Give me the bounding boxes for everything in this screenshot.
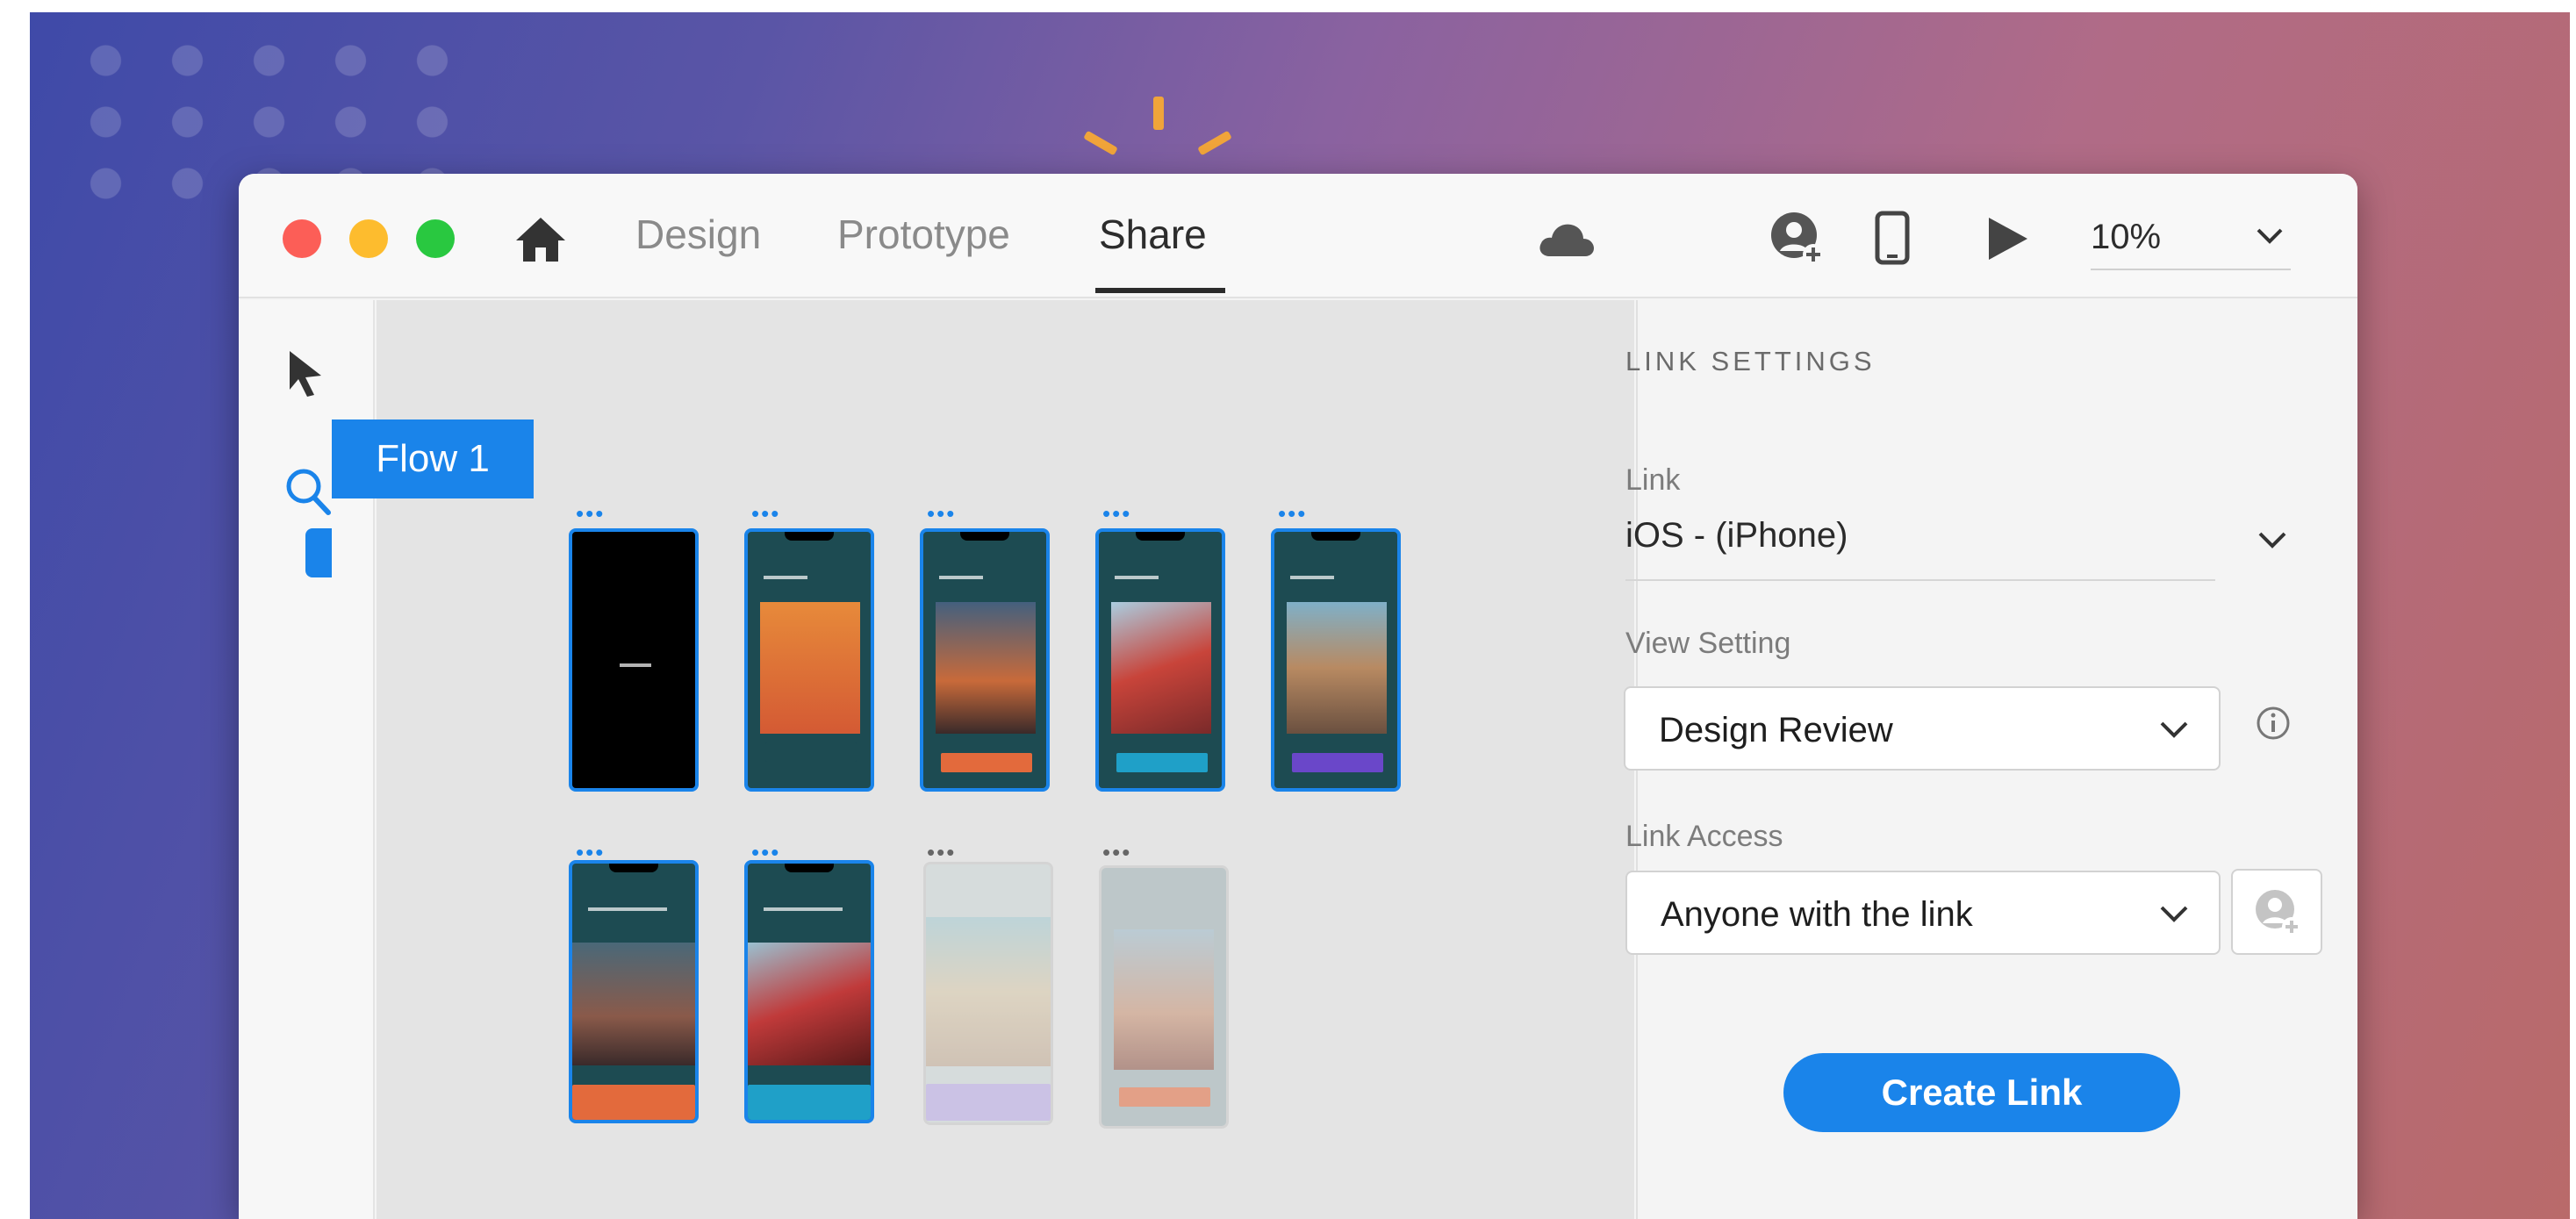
chevron-down-icon[interactable] — [2257, 530, 2287, 551]
panel-heading: LINK SETTINGS — [1625, 346, 1876, 376]
home-icon[interactable] — [513, 214, 569, 263]
select-arrow-icon[interactable] — [286, 349, 323, 398]
title-bar: Design Prototype Share 10% — [239, 174, 2357, 298]
artboard[interactable] — [920, 528, 1050, 792]
artboard[interactable] — [569, 860, 699, 1123]
artboard[interactable] — [744, 860, 874, 1123]
artboard-menu-dots[interactable]: ••• — [927, 502, 956, 525]
artboard[interactable] — [1099, 865, 1229, 1129]
artboard-menu-dots[interactable]: ••• — [751, 502, 780, 525]
play-icon[interactable] — [1985, 216, 2029, 262]
zoom-level[interactable]: 10% — [2091, 218, 2161, 257]
link-access-label: Link Access — [1625, 820, 1783, 853]
artboard-menu-dots[interactable]: ••• — [576, 502, 605, 525]
artboard-menu-dots[interactable]: ••• — [927, 841, 956, 864]
flow-label[interactable]: Flow 1 — [332, 419, 534, 498]
tab-design[interactable]: Design — [635, 211, 761, 258]
create-link-button[interactable]: Create Link — [1783, 1053, 2180, 1132]
link-target-select[interactable]: iOS - (iPhone) — [1625, 516, 1848, 556]
link-label: Link — [1625, 463, 1681, 497]
close-window-button[interactable] — [283, 219, 321, 258]
zoom-underline — [2091, 269, 2291, 270]
artboard[interactable] — [1095, 528, 1225, 792]
chevron-down-icon — [2160, 906, 2188, 922]
search-icon[interactable] — [284, 467, 332, 516]
chevron-down-icon[interactable] — [2256, 226, 2284, 246]
cloud-icon[interactable] — [1536, 219, 1596, 258]
artboard-menu-dots[interactable]: ••• — [1102, 502, 1131, 525]
invite-user-icon[interactable] — [1769, 211, 1827, 269]
tab-share[interactable]: Share — [1099, 211, 1207, 258]
maximize-window-button[interactable] — [416, 219, 455, 258]
artboard[interactable] — [1271, 528, 1401, 792]
invite-people-button[interactable] — [2231, 869, 2322, 955]
sparkle-decoration — [1153, 97, 1164, 130]
artboard[interactable] — [744, 528, 874, 792]
minimize-window-button[interactable] — [349, 219, 388, 258]
flow-start-marker[interactable] — [305, 528, 332, 577]
link-access-value: Anyone with the link — [1661, 895, 1973, 934]
artboard[interactable] — [569, 528, 699, 792]
artboard-menu-dots[interactable]: ••• — [1102, 841, 1131, 864]
artboard[interactable] — [923, 862, 1053, 1125]
invite-user-icon — [2256, 890, 2301, 936]
view-setting-value: Design Review — [1659, 711, 1893, 749]
link-select-underline — [1625, 579, 2215, 581]
mobile-preview-icon[interactable] — [1875, 211, 1910, 265]
view-setting-dropdown[interactable]: Design Review — [1624, 686, 2221, 771]
link-access-dropdown[interactable]: Anyone with the link — [1625, 871, 2221, 955]
info-icon[interactable] — [2256, 706, 2291, 741]
chevron-down-icon — [2160, 721, 2188, 738]
artboard-menu-dots[interactable]: ••• — [1278, 502, 1307, 525]
active-tab-indicator — [1095, 288, 1225, 293]
view-setting-label: View Setting — [1625, 627, 1791, 660]
tab-prototype[interactable]: Prototype — [837, 211, 1010, 258]
